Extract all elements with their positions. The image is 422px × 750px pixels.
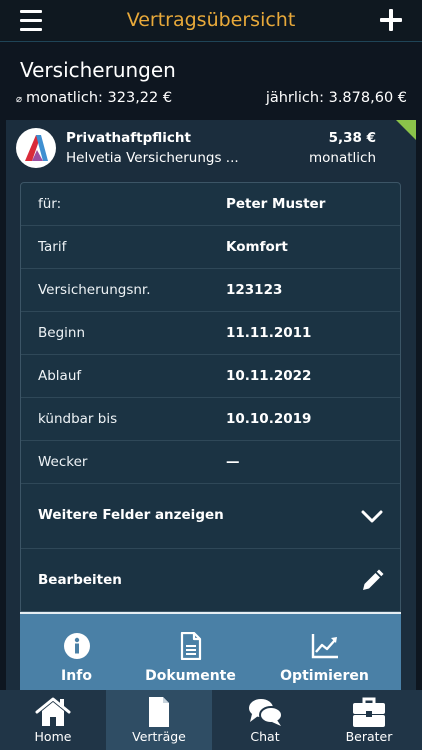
detail-value: 11.11.2011 [226,325,312,341]
detail-value: 123123 [226,282,283,298]
average-symbol: ⌀ [16,94,23,105]
detail-row: Versicherungsnr. 123123 [21,269,400,312]
chat-icon [247,696,283,728]
monthly-label: monatlich: [26,90,103,106]
chart-line-icon [311,632,339,660]
tab-optimize-label: Optimieren [280,668,369,684]
briefcase-icon [351,696,387,728]
detail-label: Versicherungsnr. [38,282,151,298]
edit-label: Bearbeiten [38,572,122,588]
nav-contracts-label: Verträge [132,729,186,744]
page-title: Vertragsübersicht [126,9,296,31]
file-icon [141,696,177,728]
status-corner-badge [396,120,416,140]
nav-chat[interactable]: Chat [212,690,318,750]
top-navbar: Vertragsübersicht [0,0,422,42]
detail-row: kündbar bis 10.10.2019 [21,398,400,441]
detail-row: Ablauf 10.11.2022 [21,355,400,398]
contract-amount: 5,38 € [328,130,376,146]
detail-label: Ablauf [38,368,82,384]
document-icon [177,631,205,661]
home-icon [35,696,71,728]
nav-chat-label: Chat [250,729,280,744]
chevron-down-icon [360,504,384,528]
section-title: Versicherungen [20,58,176,82]
detail-value: — [226,454,240,470]
monthly-value: 323,22 € [107,90,173,106]
pencil-icon [360,569,384,593]
yearly-value: 3.878,60 € [328,90,407,106]
detail-row: Beginn 11.11.2011 [21,312,400,355]
detail-row: Wecker — [21,441,400,484]
tab-documents-label: Dokumente [145,668,236,684]
helvetia-logo-icon [16,128,56,168]
show-more-fields-button[interactable]: Weitere Felder anzeigen [21,484,400,549]
detail-value: Peter Muster [226,196,326,212]
detail-row: Tarif Komfort [21,226,400,269]
detail-label: Wecker [38,454,88,470]
contract-company: Helvetia Versicherungs ... [66,150,239,166]
detail-label: Tarif [38,239,67,255]
nav-advisor-label: Berater [345,729,393,744]
contract-name: Privathaftpflicht [66,130,191,146]
nav-advisor[interactable]: Berater [316,690,422,750]
detail-value: Komfort [226,239,288,255]
contract-details: für: Peter Muster Tarif Komfort Versiche… [20,182,401,612]
info-icon [63,632,91,660]
tab-info[interactable]: Info [20,614,133,692]
tab-optimize[interactable]: Optimieren [248,614,401,692]
tab-documents[interactable]: Dokumente [133,614,248,692]
monthly-summary: ⌀ monatlich: 323,22 € [16,90,172,106]
nav-contracts[interactable]: Verträge [106,690,212,750]
detail-label: für: [38,196,62,212]
bottom-navigation: Home Verträge Chat Berater [0,690,422,750]
detail-label: Beginn [38,325,85,341]
contract-period: monatlich [308,150,376,166]
show-more-fields-label: Weitere Felder anzeigen [38,507,224,523]
nav-home-label: Home [34,729,72,744]
detail-value: 10.10.2019 [226,411,312,427]
yearly-label: jährlich: [265,90,324,106]
nav-home[interactable]: Home [0,690,106,750]
contract-action-tabs: Info Dokumente Optimieren [20,612,401,690]
edit-button[interactable]: Bearbeiten [21,549,400,614]
detail-label: kündbar bis [38,411,118,427]
tab-info-label: Info [61,668,92,684]
detail-row: für: Peter Muster [21,183,400,226]
contract-card[interactable]: Privathaftpflicht Helvetia Versicherungs… [6,120,416,690]
yearly-summary: jährlich: 3.878,60 € [266,90,407,106]
detail-value: 10.11.2022 [226,368,312,384]
plus-icon[interactable] [380,9,402,31]
